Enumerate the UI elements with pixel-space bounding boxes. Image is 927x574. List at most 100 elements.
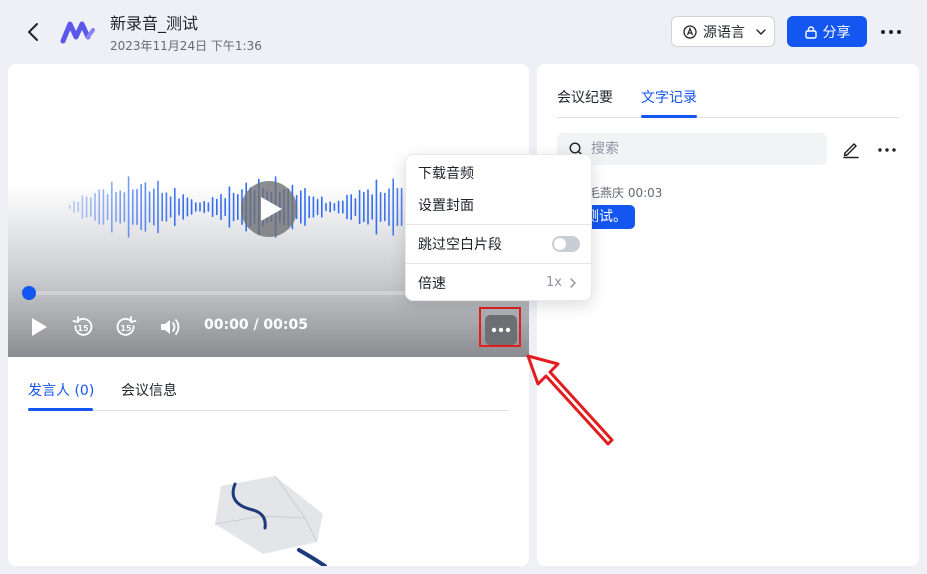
waveform-bar bbox=[144, 182, 147, 232]
big-play-button[interactable] bbox=[241, 181, 297, 237]
waveform-bar bbox=[384, 192, 386, 222]
waveform-bar bbox=[153, 188, 155, 226]
waveform-bar bbox=[216, 198, 218, 216]
page-title: 新录音_测试 bbox=[110, 14, 199, 33]
waveform-bar bbox=[392, 178, 394, 236]
waveform-bar bbox=[325, 202, 327, 212]
empty-state-illustration bbox=[214, 475, 327, 566]
menu-item-skip-silence[interactable]: 跳过空白片段 bbox=[406, 229, 591, 259]
progress-knob[interactable] bbox=[22, 286, 36, 300]
search-box[interactable] bbox=[557, 133, 827, 165]
rewind-15-icon[interactable]: 15 bbox=[72, 316, 94, 338]
waveform-bar bbox=[182, 194, 184, 220]
tab-meeting-minutes[interactable]: 会议纪要 bbox=[557, 87, 613, 107]
waveform-bar bbox=[358, 189, 361, 225]
waveform-bar bbox=[178, 198, 180, 216]
search-input[interactable] bbox=[591, 141, 811, 157]
menu-item-playback-speed[interactable]: 倍速 1x bbox=[406, 268, 591, 298]
recording-datetime: 2023年11月24日 下午1:36 bbox=[110, 39, 262, 53]
edit-icon[interactable] bbox=[841, 139, 861, 159]
waveform-bar bbox=[203, 200, 205, 214]
waveform-bar bbox=[165, 192, 168, 222]
playback-speed-label: 倍速 bbox=[418, 276, 446, 292]
waveform-bar bbox=[304, 188, 306, 226]
waveform-bar bbox=[136, 188, 138, 226]
menu-item-download-audio[interactable]: 下载音频 bbox=[406, 158, 591, 188]
more-options-icon[interactable] bbox=[878, 20, 904, 44]
waveform-bar bbox=[346, 194, 348, 220]
waveform-bar bbox=[115, 192, 117, 222]
waveform-bar bbox=[94, 193, 96, 221]
waveform-bar bbox=[148, 191, 151, 223]
waveform-bar bbox=[237, 193, 239, 220]
right-tabs: 会议纪要 文字记录 bbox=[557, 64, 899, 118]
tab-meeting-info[interactable]: 会议信息 bbox=[121, 380, 177, 400]
waveform-bar bbox=[375, 179, 378, 235]
waveform-bar bbox=[90, 197, 92, 217]
play-icon bbox=[261, 197, 282, 221]
active-tab-indicator bbox=[28, 408, 93, 411]
waveform-bar bbox=[400, 187, 403, 226]
playback-speed-value: 1x bbox=[546, 275, 562, 290]
waveform-bar bbox=[186, 197, 189, 217]
skip-silence-label: 跳过空白片段 bbox=[418, 237, 502, 253]
waveform-bar bbox=[337, 200, 340, 214]
tab-speakers[interactable]: 发言人 (0) bbox=[28, 380, 94, 400]
rewind-seconds: 15 bbox=[77, 324, 89, 333]
waveform-bar bbox=[363, 191, 365, 223]
waveform-bar bbox=[111, 181, 113, 233]
language-icon bbox=[683, 24, 697, 39]
waveform-bar bbox=[199, 202, 201, 212]
back-arrow-icon[interactable] bbox=[22, 20, 46, 44]
menu-item-set-cover[interactable]: 设置封面 bbox=[406, 190, 591, 220]
waveform-bar bbox=[81, 195, 84, 219]
waveform-bar bbox=[367, 189, 369, 225]
chevron-right-icon bbox=[570, 278, 576, 288]
transcript-more-icon[interactable] bbox=[877, 140, 897, 160]
waveform-bar bbox=[69, 204, 71, 210]
waveform-bar bbox=[211, 197, 214, 218]
waveform-bar bbox=[169, 196, 172, 218]
waveform-bar bbox=[85, 196, 88, 218]
share-label: 分享 bbox=[822, 24, 851, 41]
waveform-bar bbox=[207, 202, 210, 212]
waveform-bar bbox=[102, 189, 105, 225]
transcript-speaker: 毛燕庆 00:03 bbox=[588, 186, 663, 200]
waveform-bar bbox=[123, 192, 126, 222]
lock-icon bbox=[804, 25, 817, 39]
share-button[interactable]: 分享 bbox=[787, 16, 867, 47]
waveform-bar bbox=[140, 183, 142, 231]
forward-seconds: 15 bbox=[120, 324, 132, 333]
menu-divider bbox=[406, 263, 591, 264]
forward-15-icon[interactable]: 15 bbox=[115, 316, 137, 338]
waveform-bar bbox=[157, 180, 159, 234]
waveform-bar bbox=[388, 188, 390, 226]
header: 新录音_测试 2023年11月24日 下午1:36 源语言 分享 bbox=[0, 0, 927, 64]
transcript-panel: 会议纪要 文字记录 毛燕庆 00:03 测试。 bbox=[537, 64, 919, 566]
menu-divider bbox=[406, 224, 591, 225]
play-icon[interactable] bbox=[30, 317, 48, 337]
waveform-bar bbox=[329, 201, 331, 213]
waveform-bar bbox=[354, 198, 357, 216]
waveform-bar bbox=[127, 176, 130, 238]
chevron-down-icon bbox=[756, 28, 766, 35]
tab-transcript[interactable]: 文字记录 bbox=[641, 87, 697, 107]
waveform-bar bbox=[98, 189, 100, 225]
left-tabs: 发言人 (0) 会议信息 bbox=[28, 364, 509, 411]
waveform-bar bbox=[396, 187, 399, 227]
waveform-bar bbox=[77, 201, 79, 212]
player-more-menu: 下载音频 设置封面 跳过空白片段 倍速 1x bbox=[405, 154, 592, 301]
skip-silence-toggle[interactable] bbox=[552, 236, 580, 252]
source-language-label: 源语言 bbox=[703, 24, 745, 41]
volume-icon[interactable] bbox=[159, 317, 181, 337]
waveform-bar bbox=[195, 202, 197, 212]
waveform-bar bbox=[174, 187, 176, 227]
waveform-bar bbox=[132, 189, 134, 225]
waveform-bar bbox=[300, 190, 302, 224]
waveform-bar bbox=[371, 194, 373, 220]
annotation-highlight-box bbox=[479, 307, 521, 347]
waveform-bar bbox=[312, 196, 315, 218]
waveform-bar bbox=[73, 200, 75, 214]
waveform-bar bbox=[308, 195, 310, 219]
source-language-button[interactable]: 源语言 bbox=[671, 16, 775, 47]
